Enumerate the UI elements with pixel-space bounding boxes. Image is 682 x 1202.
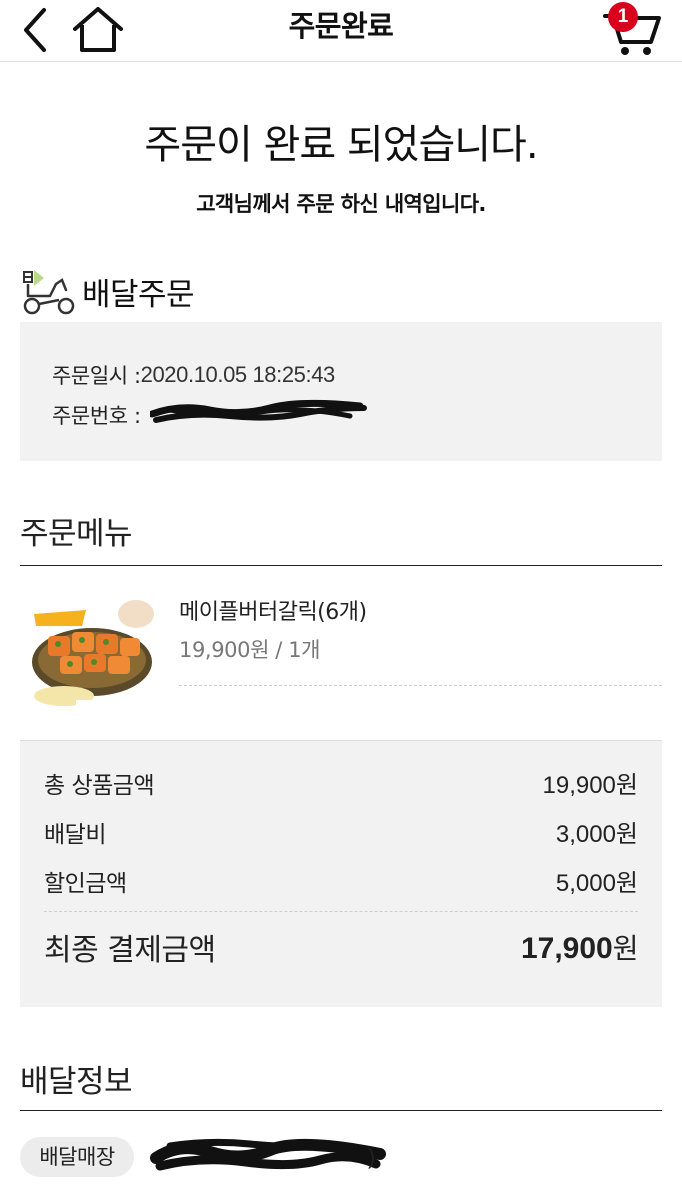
delivery-order-title: 배달주문 <box>82 276 195 313</box>
cart-count-badge: 1 <box>608 2 638 32</box>
final-total-unit: 원 <box>612 932 639 965</box>
summary-row-product-total: 총 상품금액 19,900원 <box>44 765 638 800</box>
final-total-amount: 17,900 <box>520 932 613 965</box>
order-menu-title: 주문메뉴 <box>20 516 133 552</box>
delivery-info-title: 배달정보 <box>20 1064 133 1100</box>
menu-item: 메이플버터갈릭(6개) 19,900원 / 1개 <box>20 566 662 740</box>
final-total-amount-wrap: 17,900원 <box>520 927 639 967</box>
order-number-row: 주문번호 : <box>52 400 141 430</box>
summary-row-discount: 할인금액 5,000원 <box>44 863 638 898</box>
order-number-redaction <box>150 399 367 423</box>
summary-amount: 19,900원 <box>542 772 639 799</box>
store-name-paren: ) <box>368 1144 376 1169</box>
order-date-label: 주문일시 : <box>52 364 141 388</box>
delivery-scooter-icon <box>23 270 75 315</box>
price-summary-box: 총 상품금액 19,900원 배달비 3,000원 할인금액 5,000원 최종… <box>20 740 662 1007</box>
summary-label: 할인금액 <box>44 870 127 897</box>
top-header: 주문완료 1 <box>0 0 682 62</box>
summary-amount: 3,000원 <box>555 821 638 848</box>
store-name-redaction <box>150 1138 386 1171</box>
order-number-label: 주문번호 : <box>52 404 141 428</box>
menu-item-image <box>24 592 164 718</box>
delivery-order-header: 배달주문 <box>20 266 195 316</box>
summary-label: 총 상품금액 <box>44 772 155 799</box>
order-date-row: 주문일시 : 2020.10.05 18:25:43 <box>52 360 335 390</box>
summary-amount: 5,000원 <box>555 870 638 897</box>
summary-row-delivery-fee: 배달비 3,000원 <box>44 814 638 849</box>
summary-row-final-total: 최종 결제금액 17,900원 <box>44 925 639 969</box>
menu-item-price-qty: 19,900원 / 1개 <box>179 638 321 662</box>
cart-button[interactable]: 1 <box>602 0 664 60</box>
delivery-info-divider <box>20 1110 662 1111</box>
page-title: 주문완료 <box>288 9 394 43</box>
completion-subtitle: 고객님께서 주문 하신 내역입니다. <box>196 192 486 216</box>
order-info-box: 주문일시 : 2020.10.05 18:25:43 주문번호 : <box>20 322 662 461</box>
menu-item-name: 메이플버터갈릭(6개) <box>179 600 367 625</box>
final-total-label: 최종 결제금액 <box>44 933 216 968</box>
store-label-pill: 배달매장 <box>20 1137 134 1177</box>
menu-item-divider <box>179 685 662 686</box>
completion-title: 주문이 완료 되었습니다. <box>144 122 538 168</box>
order-date-value: 2020.10.05 18:25:43 <box>140 362 336 387</box>
summary-label: 배달비 <box>44 821 106 848</box>
summary-divider <box>44 911 638 912</box>
